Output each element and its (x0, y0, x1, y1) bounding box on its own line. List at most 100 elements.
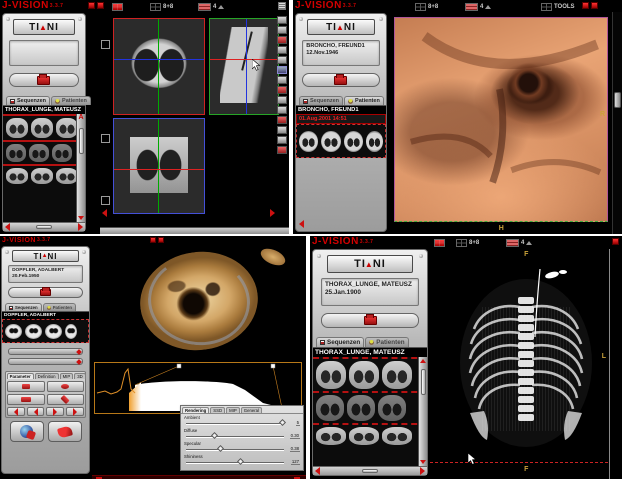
thumbnail-row[interactable] (313, 425, 427, 447)
window-width-slider[interactable] (8, 358, 83, 365)
slider-track[interactable] (186, 462, 284, 463)
ct-thumbnail[interactable] (349, 427, 379, 445)
render-3d-button[interactable] (10, 421, 44, 442)
menu-icon[interactable] (278, 2, 286, 10)
step-first-button[interactable] (7, 407, 25, 416)
series-thumbnails[interactable]: A (3, 114, 85, 222)
layout-grid-icon[interactable] (456, 239, 467, 247)
ct-thumbnail[interactable] (52, 144, 72, 162)
thumbnail-row[interactable] (3, 116, 85, 140)
patient-name-bar[interactable]: BRONCHO, FREUND1 (296, 105, 386, 114)
tool-icon[interactable] (277, 26, 287, 34)
ct-thumbnail[interactable] (29, 144, 49, 162)
slider-handle-icon[interactable] (76, 349, 82, 355)
patient-name-bar[interactable]: DOPPLER, ADALBERT (2, 311, 89, 319)
panel-tab[interactable]: Definition (35, 373, 59, 379)
render-settings-dialog[interactable]: Rendering SSD MIP General Ambient 5 Diff… (180, 405, 304, 471)
tool-icon[interactable] (277, 126, 287, 134)
ct-thumbnail[interactable] (382, 361, 412, 389)
ct-thumbnail[interactable] (31, 168, 53, 184)
window-buttons[interactable] (88, 2, 104, 9)
window-buttons[interactable] (612, 238, 619, 245)
thumbnail-row[interactable] (313, 359, 427, 391)
tool-icon[interactable] (277, 106, 287, 114)
tool-icon[interactable] (277, 56, 287, 64)
ct-thumbnail[interactable] (366, 131, 383, 152)
zoom-strip[interactable] (612, 12, 622, 234)
slider-track[interactable] (186, 436, 284, 437)
collapse-icon[interactable] (299, 220, 304, 228)
stack-up-icon[interactable] (526, 241, 532, 245)
thumbnail-scrollbar[interactable] (418, 357, 427, 466)
selected-series-row[interactable] (2, 319, 89, 343)
tool-icon[interactable] (277, 136, 287, 144)
scroll-left-icon[interactable] (102, 209, 107, 217)
coronal-pane[interactable] (113, 118, 205, 214)
scroll-up-icon[interactable] (420, 359, 426, 363)
patient-name-bar[interactable]: THORAX_LUNGE, MATEUSZ (3, 105, 85, 114)
tab-sequences[interactable]: Sequenzen (316, 337, 364, 347)
tab-patients[interactable]: Patienten (365, 337, 408, 347)
thumbnail-row[interactable] (313, 393, 427, 423)
tab-patients[interactable]: Patienten (51, 96, 91, 105)
skull-3d-image[interactable] (134, 244, 264, 357)
tool-icon[interactable] (277, 36, 287, 44)
scrollbar-thumb[interactable] (79, 128, 84, 154)
ct-thumbnail[interactable] (321, 131, 340, 152)
stack-up-icon[interactable] (485, 5, 491, 9)
layout-2x2-icon[interactable] (434, 239, 445, 247)
open-study-button[interactable] (321, 313, 419, 328)
window-button-icon[interactable] (150, 237, 156, 243)
open-study-button[interactable] (8, 287, 83, 298)
step-last-button[interactable] (66, 407, 84, 416)
tab-sequences[interactable]: Sequenzen (299, 96, 343, 105)
ct-thumbnail[interactable] (347, 395, 375, 421)
slider-track[interactable] (186, 423, 284, 424)
mip-ribcage-image[interactable] (440, 263, 612, 455)
viewport-hscroll[interactable] (100, 227, 289, 234)
ct-thumbnail[interactable] (56, 118, 78, 138)
window-button-icon[interactable] (612, 238, 619, 245)
skull-thumbnail[interactable] (65, 324, 77, 339)
dialog-tab[interactable]: Rendering (182, 407, 209, 413)
tool-icon[interactable] (277, 146, 287, 154)
dialog-tab[interactable]: General (241, 407, 262, 413)
open-study-button[interactable] (302, 73, 379, 87)
dialog-tab[interactable]: MIP (226, 407, 240, 413)
panel-tab[interactable]: Parameter (7, 373, 34, 379)
zoom-slider-handle[interactable] (614, 92, 621, 108)
ct-thumbnail[interactable] (344, 131, 363, 152)
resize-handle[interactable] (101, 40, 110, 49)
window-button-icon[interactable] (582, 2, 589, 9)
thumbnail-hscroll[interactable] (313, 466, 427, 475)
mpr-viewport[interactable] (100, 14, 289, 234)
layout-grid-icon[interactable] (150, 3, 161, 11)
skull-thumbnail[interactable] (25, 324, 42, 339)
window-buttons[interactable] (150, 237, 164, 243)
panel-tool-button[interactable] (7, 381, 45, 392)
tools-icon[interactable] (541, 3, 552, 11)
ct-thumbnail[interactable] (6, 118, 28, 138)
ct-thumbnail[interactable] (378, 395, 406, 421)
window-buttons[interactable] (582, 2, 598, 9)
thumbnail-row[interactable] (3, 166, 85, 186)
bronchoscopy-image[interactable]: R (394, 17, 608, 222)
tool-icon[interactable] (277, 116, 287, 124)
panel-tool-button[interactable] (47, 381, 85, 392)
titlebar[interactable]: J-VISION3.3.7 8+8 4 (310, 236, 622, 248)
ct-thumbnail[interactable] (349, 361, 379, 389)
ct-thumbnail[interactable] (6, 144, 26, 162)
scroll-right-icon[interactable] (420, 467, 425, 475)
ct-thumbnail[interactable] (31, 118, 53, 138)
scroll-right-icon[interactable] (270, 209, 275, 217)
panel-tool-button[interactable] (7, 394, 45, 405)
window-button-icon[interactable] (88, 2, 95, 9)
window-button-icon[interactable] (97, 2, 104, 9)
endoscopy-viewport[interactable]: R H (390, 13, 612, 232)
layout-2x2-icon[interactable] (112, 3, 123, 11)
skull-thumbnail[interactable] (45, 324, 62, 339)
tool-icon[interactable] (277, 16, 287, 24)
thumbnail-scrollbar[interactable]: A (76, 114, 85, 222)
step-back-button[interactable] (27, 407, 45, 416)
scrollbar-thumb[interactable] (421, 369, 426, 395)
